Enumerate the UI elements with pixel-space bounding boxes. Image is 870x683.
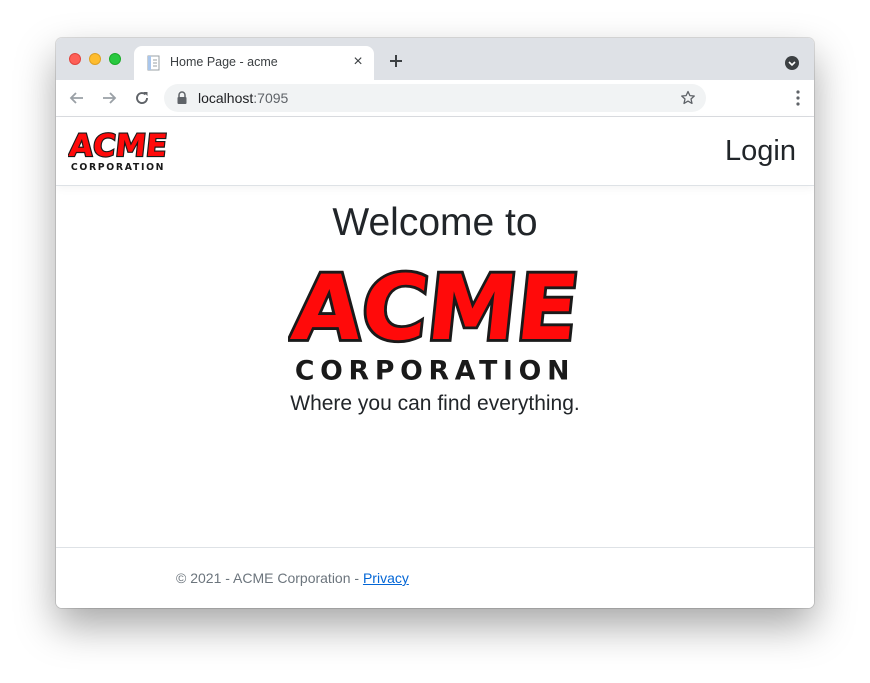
privacy-link[interactable]: Privacy [363,570,409,586]
address-bar[interactable]: localhost:7095 [164,84,706,112]
tab-strip: Home Page - acme × [56,38,814,80]
tab-title: Home Page - acme [170,55,278,69]
copyright-text: © 2021 - ACME Corporation - [176,570,363,586]
back-arrow-icon[interactable] [68,89,86,107]
tab-home-page[interactable]: Home Page - acme × [134,46,374,80]
window-maximize-button[interactable] [109,53,121,65]
site-navbar: ACME CORPORATION Login [56,117,814,186]
page-content: ACME CORPORATION Login Welcome to ACME C… [56,117,814,608]
hero-logo-sub: CORPORATION [295,355,575,385]
logo-word: ACME [68,129,168,164]
window-minimize-button[interactable] [89,53,101,65]
window-close-button[interactable] [69,53,81,65]
tab-search-icon[interactable] [784,55,800,71]
tab-close-icon[interactable]: × [350,54,366,70]
site-footer: © 2021 - ACME Corporation - Privacy [56,547,814,608]
new-tab-icon[interactable] [386,51,406,71]
acme-hero-logo: ACME CORPORATION [288,261,582,385]
url-text[interactable]: localhost:7095 [198,90,288,106]
tagline: Where you can find everything. [290,392,580,415]
lock-icon[interactable] [176,91,188,105]
reload-icon[interactable] [133,89,151,107]
browser-toolbar: localhost:7095 [56,80,814,117]
browser-window: Home Page - acme × localhost:7095 ACME C… [56,38,814,608]
bookmark-star-icon[interactable] [680,90,696,106]
url-host: localhost [198,90,254,106]
url-port: :7095 [253,90,289,106]
hero-logo-word: ACME [288,261,582,361]
kebab-menu-icon[interactable] [796,89,800,107]
footer-text: © 2021 - ACME Corporation - Privacy [176,570,409,586]
welcome-heading: Welcome to [332,201,538,244]
login-link[interactable]: Login [725,135,796,168]
forward-arrow-icon[interactable] [100,89,118,107]
logo-sub: CORPORATION [71,162,165,173]
acme-logo[interactable]: ACME CORPORATION [68,129,168,173]
document-icon [147,55,160,71]
